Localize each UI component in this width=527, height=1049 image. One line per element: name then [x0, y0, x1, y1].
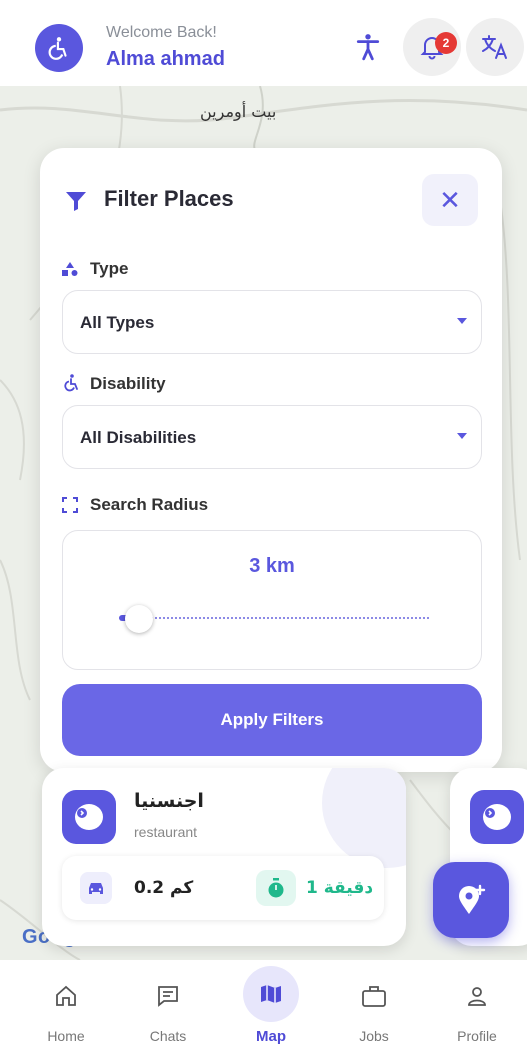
close-filter-button[interactable]: ✕	[422, 174, 478, 226]
radius-value: 3 km	[249, 555, 295, 577]
nav-map-label: Map	[256, 1028, 286, 1045]
wheelchair-small-icon	[64, 374, 78, 392]
type-select-value: All Types	[80, 313, 155, 332]
place-name: اجنسنيا	[134, 790, 204, 812]
radius-box: 3 km	[62, 530, 482, 670]
place-icon	[483, 804, 511, 830]
wheelchair-icon	[48, 37, 67, 60]
user-icon	[459, 978, 495, 1014]
card-decoration	[322, 768, 406, 868]
place-category-badge	[470, 790, 524, 844]
translate-button[interactable]	[466, 18, 524, 76]
place-info-bar: 0.2 كم 1 دقيقة	[62, 856, 384, 920]
caret-down-icon	[457, 433, 467, 439]
accessibility-icon	[356, 34, 380, 61]
add-place-button[interactable]	[433, 862, 509, 938]
expand-icon	[62, 497, 78, 513]
map-icon	[243, 966, 299, 1022]
home-icon	[48, 978, 84, 1014]
place-card[interactable]: اجنسنيا restaurant 0.2 كم 1 دقيقة	[42, 768, 406, 946]
radius-label: Search Radius	[90, 495, 209, 514]
bottom-navigation: Home Chats Map Jobs Profile	[0, 960, 527, 1049]
timer-icon	[268, 878, 284, 898]
nav-map[interactable]: Map	[231, 960, 311, 1049]
nav-jobs-label: Jobs	[359, 1028, 389, 1044]
nav-jobs[interactable]: Jobs	[334, 960, 414, 1049]
add-location-icon	[459, 884, 486, 914]
nav-chats-label: Chats	[149, 1028, 187, 1044]
filter-title: Filter Places	[104, 186, 234, 211]
notifications-button[interactable]: 2	[403, 18, 461, 76]
shapes-icon	[62, 262, 78, 276]
avatar[interactable]	[35, 24, 83, 72]
translate-icon	[482, 35, 507, 59]
nav-profile-label: Profile	[457, 1028, 497, 1044]
place-category-badge	[62, 790, 116, 844]
nav-profile[interactable]: Profile	[437, 960, 517, 1049]
caret-down-icon	[457, 318, 467, 324]
car-badge	[80, 872, 112, 904]
filter-icon	[66, 192, 86, 211]
place-distance: 0.2 كم	[134, 878, 194, 898]
car-icon	[89, 883, 103, 894]
disability-select-value: All Disabilities	[80, 428, 197, 447]
nav-home-label: Home	[47, 1028, 85, 1044]
disability-label: Disability	[90, 374, 166, 393]
disability-select[interactable]: All Disabilities	[62, 405, 482, 469]
top-header: Welcome Back! Alma ahmad 2	[0, 0, 527, 86]
type-label: Type	[90, 259, 129, 278]
notification-badge: 2	[435, 32, 457, 54]
radius-slider-track[interactable]	[123, 617, 429, 619]
chat-icon	[150, 978, 186, 1014]
timer-badge	[256, 870, 296, 906]
accessibility-button[interactable]	[339, 18, 397, 76]
place-icon	[75, 804, 103, 830]
nav-home[interactable]: Home	[26, 960, 106, 1049]
place-type: restaurant	[134, 824, 198, 840]
close-icon: ✕	[439, 184, 461, 215]
user-name: Alma ahmad	[106, 48, 225, 70]
type-select[interactable]: All Types	[62, 290, 482, 354]
radius-slider-thumb[interactable]	[125, 605, 153, 633]
place-time: 1 دقيقة	[306, 878, 374, 898]
briefcase-icon	[356, 978, 392, 1014]
apply-filters-button[interactable]: Apply Filters	[62, 684, 482, 756]
nav-chats[interactable]: Chats	[128, 960, 208, 1049]
map-place-label: بيت أومرين	[200, 102, 277, 121]
welcome-text: Welcome Back!	[106, 24, 217, 41]
